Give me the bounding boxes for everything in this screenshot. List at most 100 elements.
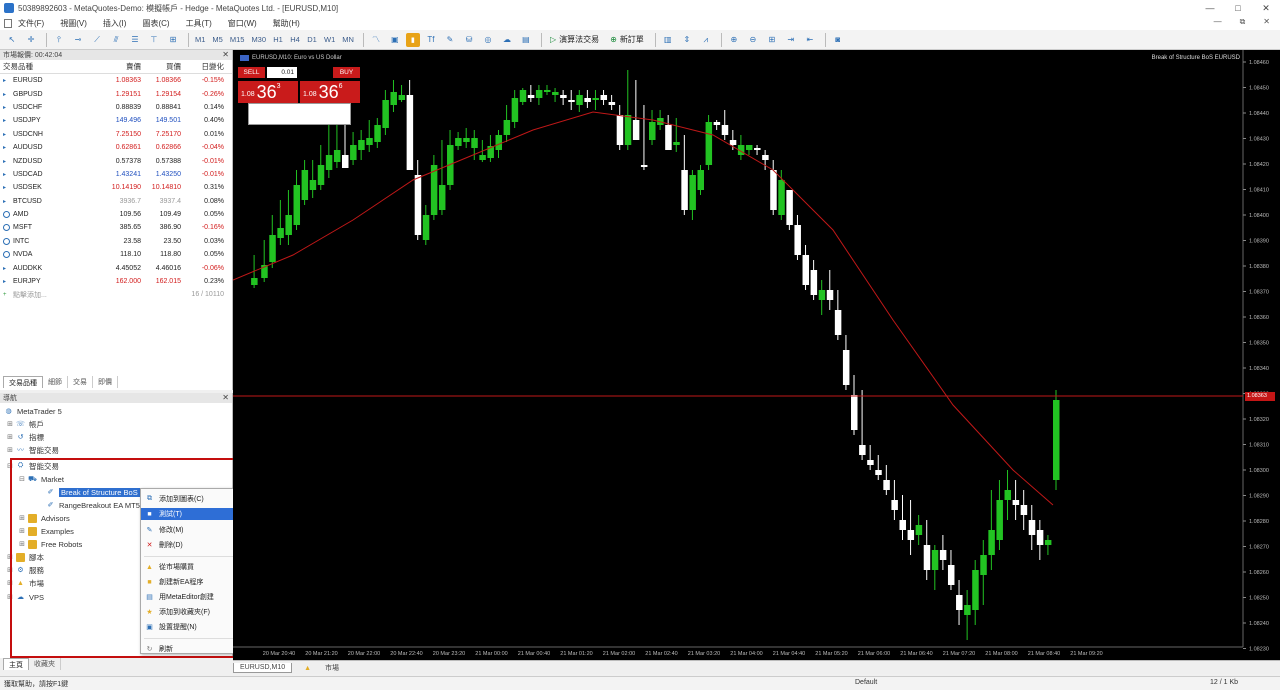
buy-price-button[interactable]: 1.08 36 6 (300, 81, 360, 103)
chart-restore-button[interactable]: ⧉ (1240, 17, 1246, 27)
ask-value: 3937.4 (159, 197, 181, 205)
market-watch-row[interactable]: ▸ AUDDKK 4.45052 4.46016 -0.06% (0, 261, 232, 274)
market-watch-row[interactable]: ▸ EURUSD 1.08363 1.08366 -0.15% (0, 74, 232, 87)
market-watch-row[interactable]: ▸ EURJPY 162.000 162.015 0.23% (0, 275, 232, 288)
crosshair-icon[interactable]: ✛ (23, 32, 39, 48)
market-watch-row[interactable]: ▸ NZDUSD 0.57378 0.57388 -0.01% (0, 154, 232, 167)
lot-input[interactable]: 0.01 (267, 67, 297, 78)
column-ask[interactable]: 買價 (144, 61, 184, 72)
menu-window[interactable]: 窗口(W) (228, 18, 257, 29)
market-watch-row[interactable]: MSFT 385.65 386.90 -0.16% (0, 221, 232, 234)
close-icon[interactable]: ✕ (222, 393, 229, 402)
close-icon[interactable]: ✕ (222, 50, 229, 59)
vps-icon[interactable]: ☁ (499, 32, 515, 48)
market-watch-header: 市場報價: 00:42:04 ✕ (0, 50, 232, 60)
cursor-icon[interactable]: ↖ (4, 32, 20, 48)
algo-trading-button[interactable]: ▷ 演算法交易 (546, 32, 603, 48)
nav-indicators[interactable]: ⊞ ↺ 指標 (6, 431, 44, 443)
nav-experts-parent[interactable]: ⊞ 〰智能交易 (6, 444, 59, 456)
symbol-arrow-icon: ▸ (3, 104, 7, 111)
market-watch-row[interactable]: NVDA 118.10 118.80 0.05% (0, 248, 232, 261)
market-watch-row[interactable]: ▸ USDCHF 0.88839 0.88841 0.14% (0, 101, 232, 114)
market-watch-row[interactable]: ▸ BTCUSD 3936.7 3937.4 0.08% (0, 195, 232, 208)
screenshot-icon[interactable]: ◙ (830, 32, 846, 48)
tab-details[interactable]: 細節 (43, 376, 68, 388)
sell-button[interactable]: SELL (238, 67, 265, 78)
timeframe-m15[interactable]: M15 (228, 32, 247, 48)
minimize-button[interactable]: — (1196, 0, 1224, 16)
maximize-button[interactable]: □ (1224, 0, 1252, 16)
tab-market[interactable]: ▲ 市場 (292, 662, 351, 674)
sell-price-button[interactable]: 1.08 36 3 (238, 81, 298, 103)
price-chart[interactable]: 1.08460 1.08450 1.08440 1.08430 1.08420 1.084… (233, 50, 1280, 660)
zoom-in-icon[interactable]: ⊕ (726, 32, 742, 48)
fibonacci-icon[interactable]: ☰ (127, 32, 143, 48)
timeframe-m5[interactable]: M5 (210, 32, 224, 48)
close-button[interactable]: ✕ (1252, 0, 1280, 16)
bar-chart-icon[interactable]: ▥ (660, 32, 676, 48)
column-symbol[interactable]: 交易品種 (0, 61, 104, 72)
horizontal-line-icon[interactable]: ⊸ (70, 32, 86, 48)
menu-charts[interactable]: 圖表(C) (142, 18, 169, 29)
timeframe-mn[interactable]: MN (340, 32, 356, 48)
menu-file[interactable]: 文件(F) (18, 18, 44, 29)
autoscroll-icon[interactable]: ⇥ (783, 32, 799, 48)
trade-icon[interactable]: ▮ (405, 32, 420, 47)
timeframe-m30[interactable]: M30 (249, 32, 268, 48)
market-watch-add-row[interactable]: + 點擊添加... 16 / 10110 (0, 288, 232, 301)
tab-home[interactable]: 主頁 (3, 658, 29, 670)
vertical-line-icon[interactable]: ⫯ (51, 32, 67, 48)
tab-symbols[interactable]: 交易品種 (3, 376, 43, 388)
column-change[interactable]: 日變化 (184, 61, 230, 72)
column-bid[interactable]: 賣價 (104, 61, 144, 72)
market-watch-row[interactable]: ▸ GBPUSD 1.29151 1.29154 -0.26% (0, 87, 232, 100)
market-watch-row[interactable]: ▸ AUDUSD 0.62861 0.62866 -0.04% (0, 141, 232, 154)
indicators-icon[interactable]: 〽 (368, 32, 384, 48)
timeframe-h4[interactable]: H4 (288, 32, 302, 48)
signals-icon[interactable]: ◎ (480, 32, 496, 48)
menu-insert[interactable]: 插入(I) (103, 18, 127, 29)
zoom-out-icon[interactable]: ⊖ (745, 32, 761, 48)
nav-root[interactable]: ◍ MetaTrader 5 (4, 405, 61, 417)
timeframe-m1[interactable]: M1 (193, 32, 207, 48)
ideas-icon[interactable]: ✎ (442, 32, 458, 48)
market-icon[interactable]: ⛁ (461, 32, 477, 48)
chart-minimize-button[interactable]: — (1214, 17, 1222, 27)
shapes-icon[interactable]: ⊤ (146, 32, 162, 48)
nav-accounts[interactable]: ⊞ ☏ 帳戶 (6, 418, 44, 430)
tab-ticks[interactable]: 即價 (93, 376, 118, 388)
templates-icon[interactable]: ▣ (387, 32, 403, 48)
tab-favorites[interactable]: 收藏夾 (29, 658, 61, 670)
grid-icon[interactable]: ⊞ (764, 32, 780, 48)
timeframe-w1[interactable]: W1 (322, 32, 337, 48)
economic-calendar-icon[interactable]: ▤ (518, 32, 534, 48)
market-watch-row[interactable]: ▸ USDSEK 10.14190 10.14810 0.31% (0, 181, 232, 194)
candle-body (527, 95, 535, 98)
market-watch-row[interactable]: ▸ USDCNH 7.25150 7.25170 0.01% (0, 128, 232, 141)
market-watch-row[interactable]: INTC 23.58 23.50 0.03% (0, 235, 232, 248)
tab-chart-eurusd[interactable]: EURUSD,M10 (233, 662, 293, 673)
line-chart-icon[interactable]: ⩘ (698, 32, 714, 48)
channel-icon[interactable]: ⫻ (108, 32, 124, 48)
chart-close-button[interactable]: ✕ (1263, 17, 1270, 27)
candlestick-icon[interactable]: ⇕ (679, 32, 695, 48)
menu-view[interactable]: 視圖(V) (60, 18, 87, 29)
time-label: 20 Mar 22:40 (390, 651, 422, 657)
new-order-button[interactable]: ⊕ 新訂單 (606, 32, 648, 48)
timeframe-d1[interactable]: D1 (305, 32, 319, 48)
ask-value: 109.49 (159, 211, 181, 219)
ask-value: 10.14810 (151, 184, 181, 192)
chart-shift-icon[interactable]: ⇤ (802, 32, 818, 48)
menu-help[interactable]: 幫助(H) (273, 18, 300, 29)
market-watch-row[interactable]: ▸ USDJPY 149.496 149.501 0.40% (0, 114, 232, 127)
timeframe-h1[interactable]: H1 (271, 32, 285, 48)
menu-tools[interactable]: 工具(T) (186, 18, 212, 29)
buy-button[interactable]: BUY (333, 67, 360, 78)
candle-body (568, 100, 575, 102)
market-watch-row[interactable]: ▸ USDCAD 1.43241 1.43250 -0.01% (0, 168, 232, 181)
market-watch-row[interactable]: AMD 109.56 109.49 0.05% (0, 208, 232, 221)
objects-menu-icon[interactable]: ⊞ (165, 32, 181, 48)
trendline-icon[interactable]: ⟋ (89, 32, 105, 48)
text-icon[interactable]: Tf (423, 32, 439, 48)
tab-trading[interactable]: 交易 (68, 376, 93, 388)
